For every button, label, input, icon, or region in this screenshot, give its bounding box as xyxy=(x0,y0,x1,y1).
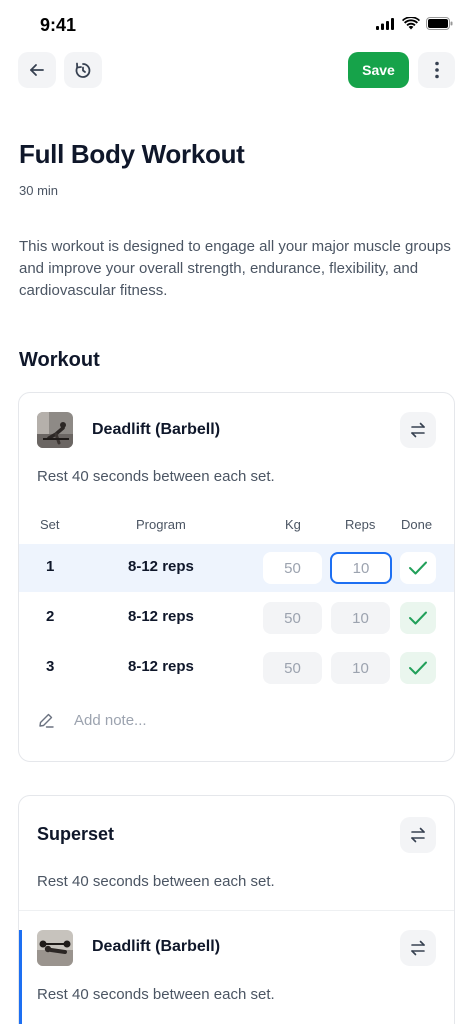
back-arrow-icon xyxy=(30,64,44,76)
set-number: 1 xyxy=(46,558,55,575)
signal-icon xyxy=(376,17,394,30)
wifi-icon xyxy=(402,17,420,30)
set-program: 8-12 reps xyxy=(128,658,194,675)
save-button[interactable]: Save xyxy=(348,52,409,88)
exercise-thumbnail xyxy=(37,930,73,966)
battery-icon xyxy=(426,17,453,30)
exercise-name: Deadlift (Barbell) xyxy=(92,421,221,438)
column-header-kg: Kg xyxy=(285,517,301,532)
swap-icon xyxy=(411,827,425,843)
set-row: 1 8-12 reps 50 10 xyxy=(19,544,454,592)
reps-input[interactable]: 10 xyxy=(331,652,390,684)
more-vertical-icon xyxy=(434,61,439,79)
set-number: 3 xyxy=(46,658,55,675)
reps-input[interactable]: 10 xyxy=(330,552,392,584)
back-button[interactable] xyxy=(18,52,56,88)
superset-card: Superset Rest 40 seconds between each se… xyxy=(18,795,455,1024)
divider xyxy=(19,910,454,911)
column-header-program: Program xyxy=(136,517,186,532)
status-icons xyxy=(376,17,453,30)
swap-superset-button[interactable] xyxy=(400,817,436,853)
pencil-icon xyxy=(39,713,54,728)
swap-icon xyxy=(411,422,425,438)
set-program: 8-12 reps xyxy=(128,608,194,625)
column-header-set: Set xyxy=(40,517,60,532)
status-bar: 9:41 xyxy=(0,0,473,50)
done-checkbox[interactable] xyxy=(400,602,436,634)
superset-title: Superset xyxy=(37,824,115,844)
add-note[interactable]: Add note... xyxy=(37,711,147,729)
swap-exercise-button[interactable] xyxy=(400,412,436,448)
column-header-reps: Reps xyxy=(345,517,376,532)
superset-exercise-name: Deadlift (Barbell) xyxy=(92,938,221,955)
status-time: 9:41 xyxy=(40,15,77,35)
workout-description: This workout is designed to engage all y… xyxy=(19,238,451,299)
timer-button[interactable] xyxy=(64,52,102,88)
workout-duration: 30 min xyxy=(19,183,59,198)
section-title-workout: Workout xyxy=(19,349,100,371)
workout-title: Full Body Workout xyxy=(19,139,245,169)
done-checkbox[interactable] xyxy=(400,552,436,584)
add-note-placeholder: Add note... xyxy=(74,711,147,729)
set-row: 3 8-12 reps 50 10 xyxy=(19,644,454,692)
superset-rest-text: Rest 40 seconds between each set. xyxy=(37,873,275,890)
superset-exercise-rest-text: Rest 40 seconds between each set. xyxy=(37,986,275,1003)
check-icon xyxy=(409,561,427,575)
exercise-thumbnail xyxy=(37,412,73,448)
set-number: 2 xyxy=(46,608,55,625)
check-icon xyxy=(409,611,427,625)
check-icon xyxy=(409,661,427,675)
kg-input[interactable]: 50 xyxy=(263,652,322,684)
set-program: 8-12 reps xyxy=(128,558,194,575)
superset-accent-bar xyxy=(19,930,22,1024)
exercise-card: Deadlift (Barbell) Rest 40 seconds betwe… xyxy=(18,392,455,762)
swap-icon xyxy=(411,940,425,956)
kg-input[interactable]: 50 xyxy=(263,552,322,584)
swap-exercise-button[interactable] xyxy=(400,930,436,966)
timer-icon xyxy=(75,62,91,78)
rest-text: Rest 40 seconds between each set. xyxy=(37,468,275,485)
done-checkbox[interactable] xyxy=(400,652,436,684)
column-header-done: Done xyxy=(401,517,433,532)
kg-input[interactable]: 50 xyxy=(263,602,322,634)
reps-input[interactable]: 10 xyxy=(331,602,390,634)
more-options-button[interactable] xyxy=(418,52,455,88)
set-row: 2 8-12 reps 50 10 xyxy=(19,594,454,642)
